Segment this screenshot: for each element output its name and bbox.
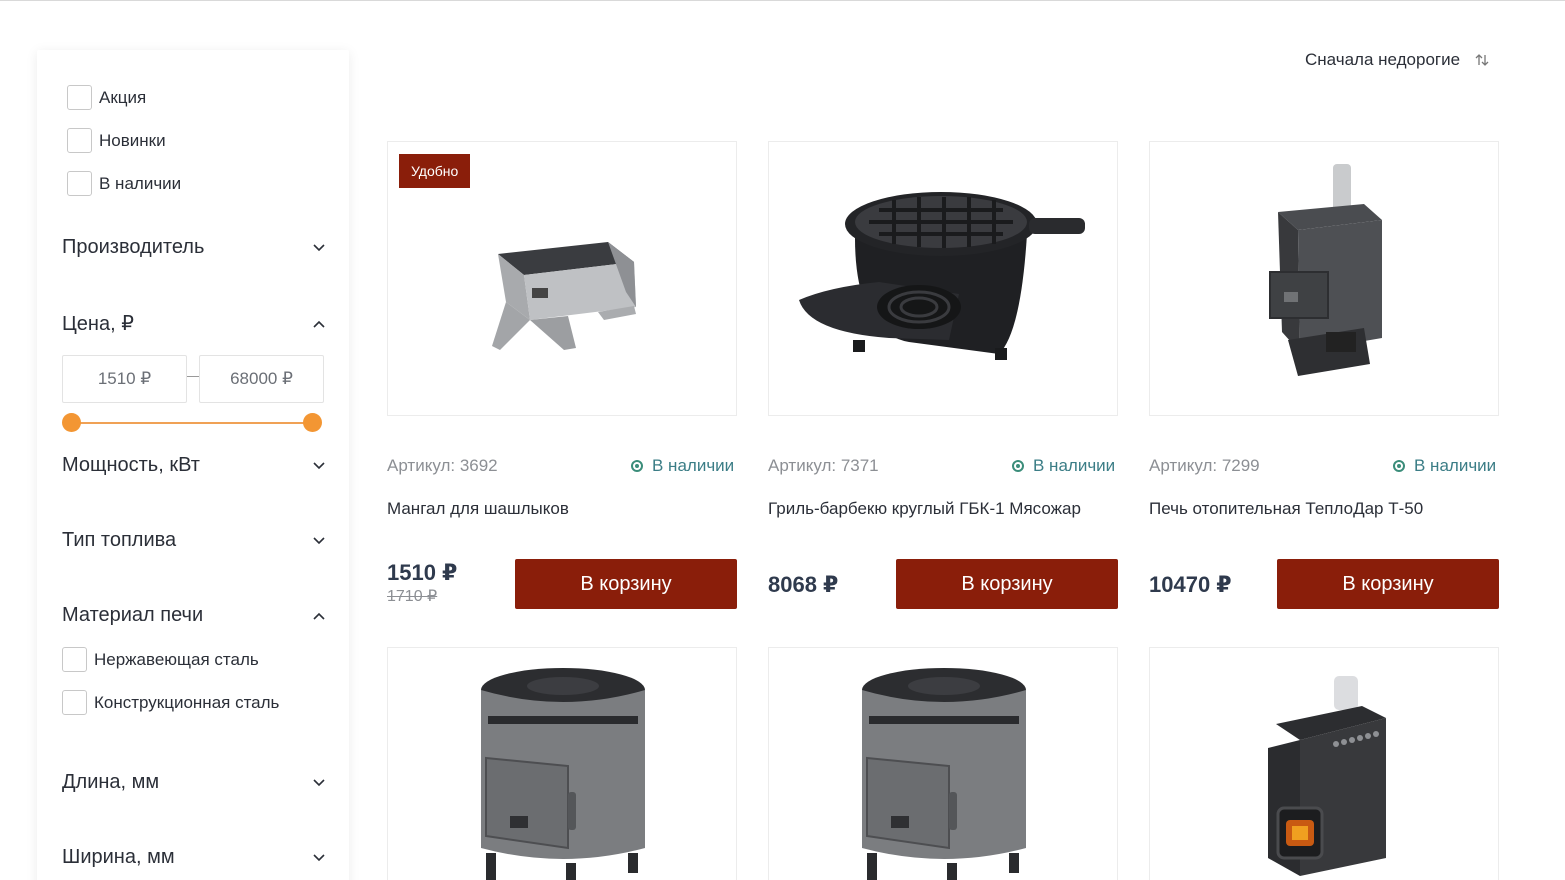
in-stock-icon xyxy=(1012,460,1024,472)
product-price: 10470 ₽ xyxy=(1149,572,1232,597)
product-article: Артикул: 7299 xyxy=(1149,456,1260,475)
price-range-dash xyxy=(187,376,199,377)
round-grill-image xyxy=(799,192,1085,360)
round-stove-image xyxy=(862,668,1026,880)
filter-manufacturer-header[interactable]: Производитель xyxy=(62,236,327,259)
filter-power-header[interactable]: Мощность, кВт xyxy=(62,454,327,477)
filter-in-stock[interactable]: В наличии xyxy=(67,171,181,196)
round-stove-image xyxy=(481,668,645,880)
filter-material-stainless-label: Нержавеющая сталь xyxy=(94,649,259,669)
heating-stove-image xyxy=(1269,164,1382,376)
in-stock-icon xyxy=(631,460,643,472)
filter-material-header[interactable]: Материал печи xyxy=(62,604,327,627)
filter-price-header[interactable]: Цена, ₽ xyxy=(62,311,327,336)
chevron-down-icon xyxy=(311,775,327,791)
product-image-card[interactable] xyxy=(768,141,1118,416)
chevron-down-icon xyxy=(311,240,327,256)
sort-label: Сначала недорогие xyxy=(1305,50,1461,69)
product-badge: Удобно xyxy=(399,154,471,188)
product-price: 1510 ₽ xyxy=(387,560,458,585)
filter-promo[interactable]: Акция xyxy=(67,85,146,110)
stock-status-label: В наличии xyxy=(1414,456,1497,475)
checkbox[interactable] xyxy=(67,171,92,196)
filter-material-structural-label: Конструкционная сталь xyxy=(94,692,280,712)
add-to-cart-button[interactable]: В корзину xyxy=(515,559,737,609)
product-price: 8068 ₽ xyxy=(768,572,839,597)
header-divider xyxy=(0,0,1565,1)
product-image-card[interactable] xyxy=(387,647,737,880)
sort-arrows-icon xyxy=(1474,52,1490,68)
filter-material-structural[interactable]: Конструкционная сталь xyxy=(62,690,279,715)
chevron-down-icon xyxy=(311,850,327,866)
product-image-card[interactable] xyxy=(1149,141,1499,416)
filter-in-stock-label: В наличии xyxy=(99,173,182,193)
chevron-up-icon xyxy=(311,608,327,624)
filter-length-title: Длина, мм xyxy=(62,771,160,793)
product-image-card[interactable]: Удобно xyxy=(387,141,737,416)
add-to-cart-button[interactable]: В корзину xyxy=(896,559,1118,609)
checkbox[interactable] xyxy=(62,690,87,715)
price-slider-max-handle[interactable] xyxy=(303,413,322,432)
filter-manufacturer-title: Производитель xyxy=(62,236,205,258)
filter-sidebar: Акция Новинки В наличии Производитель Це… xyxy=(37,50,349,880)
add-to-cart-button[interactable]: В корзину xyxy=(1277,559,1499,609)
product-image-card[interactable] xyxy=(768,647,1118,880)
product-article: Артикул: 7371 xyxy=(768,456,879,475)
price-slider-track[interactable] xyxy=(71,422,313,424)
stock-status: В наличии xyxy=(1393,456,1496,476)
chevron-up-icon xyxy=(311,316,327,332)
price-slider-min-handle[interactable] xyxy=(62,413,81,432)
product-image-card[interactable] xyxy=(1149,647,1499,880)
checkbox[interactable] xyxy=(67,85,92,110)
stock-status: В наличии xyxy=(631,456,734,476)
price-min-input[interactable]: 1510 ₽ xyxy=(62,355,187,403)
stock-status: В наличии xyxy=(1012,456,1115,476)
product-name-link[interactable]: Гриль-барбекю круглый ГБК-1 Мясожар xyxy=(768,499,1081,519)
checkbox[interactable] xyxy=(62,647,87,672)
filter-length-header[interactable]: Длина, мм xyxy=(62,771,327,794)
chevron-down-icon xyxy=(311,458,327,474)
price-max-input[interactable]: 68000 ₽ xyxy=(199,355,324,403)
filter-power-title: Мощность, кВт xyxy=(62,454,200,476)
chevron-down-icon xyxy=(311,533,327,549)
filter-price-title: Цена, ₽ xyxy=(62,313,134,335)
stock-status-label: В наличии xyxy=(652,456,735,475)
wood-stove-image xyxy=(1268,676,1386,876)
filter-width-title: Ширина, мм xyxy=(62,846,175,868)
product-old-price: 1710 ₽ xyxy=(387,588,438,605)
filter-material-title: Материал печи xyxy=(62,604,204,626)
filter-promo-label: Акция xyxy=(99,87,147,107)
checkbox[interactable] xyxy=(67,128,92,153)
in-stock-icon xyxy=(1393,460,1405,472)
sort-dropdown[interactable]: Сначала недорогие xyxy=(1305,50,1490,70)
filter-material-stainless[interactable]: Нержавеющая сталь xyxy=(62,647,259,672)
filter-width-header[interactable]: Ширина, мм xyxy=(62,846,327,869)
stock-status-label: В наличии xyxy=(1033,456,1116,475)
product-name-link[interactable]: Мангал для шашлыков xyxy=(387,499,569,519)
filter-new-label: Новинки xyxy=(99,130,166,150)
filter-new[interactable]: Новинки xyxy=(67,128,166,153)
filter-fuel-header[interactable]: Тип топлива xyxy=(62,529,327,552)
product-name-link[interactable]: Печь отопительная ТеплоДар Т-50 xyxy=(1149,499,1423,519)
product-article: Артикул: 3692 xyxy=(387,456,498,475)
filter-fuel-title: Тип топлива xyxy=(62,529,177,551)
